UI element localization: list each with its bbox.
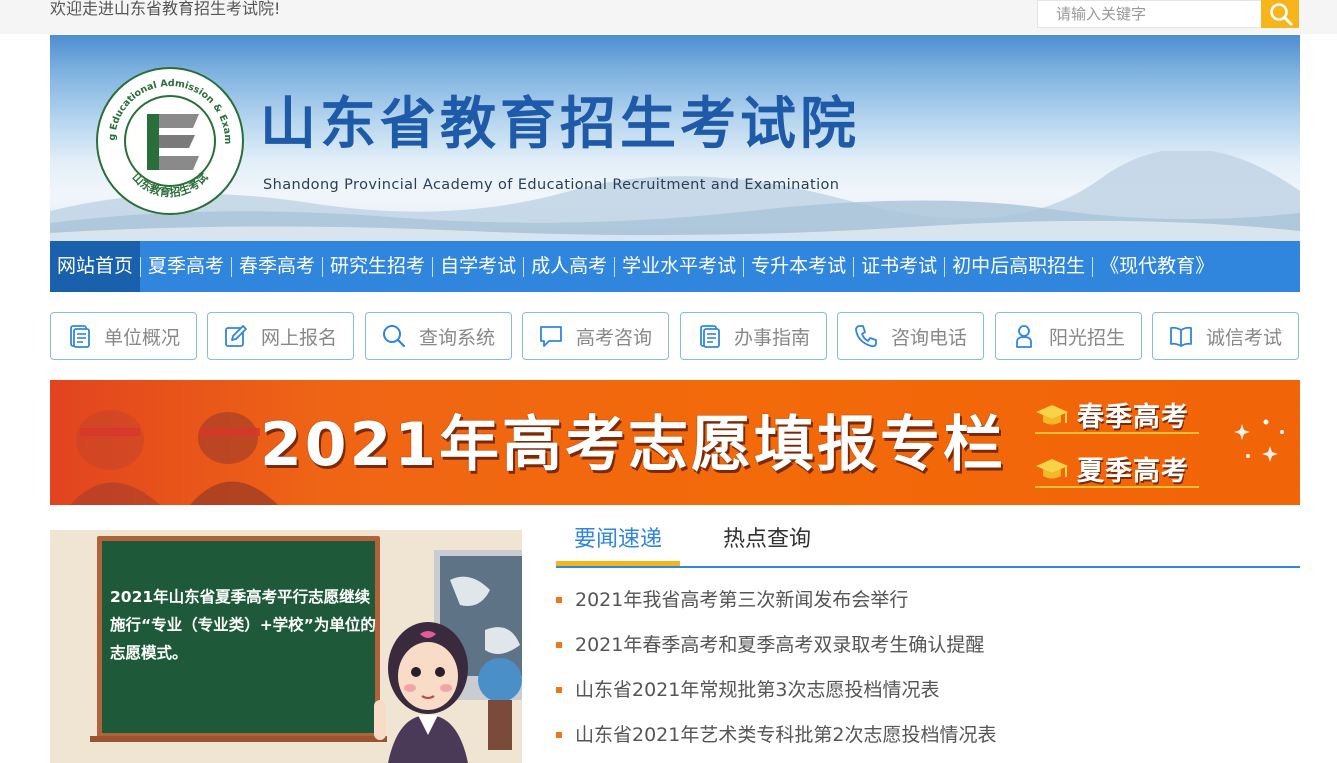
quick-links: 单位概况 网上报名 查询系统 高考咨询 办事指南 咨询电话 阳光招生 诚信考试	[50, 312, 1300, 360]
edit-icon	[225, 325, 247, 347]
graduation-cap-icon	[1036, 459, 1068, 479]
nav-item-summer-gaokao[interactable]: 夏季高考	[141, 241, 231, 292]
sparkle-icon	[1234, 419, 1284, 462]
news-item[interactable]: 2021年春季高考和夏季高考双录取考生确认提醒	[556, 623, 1300, 668]
banner-link-summer[interactable]: 夏季高考	[1035, 448, 1199, 488]
nav-item-graduate[interactable]: 研究生招考	[323, 241, 432, 292]
bullet-icon	[556, 687, 562, 693]
quick-link-label: 办事指南	[734, 326, 811, 349]
top-bar: 欢迎走进山东省教育招生考试院!	[0, 0, 1337, 34]
students-illustration	[70, 410, 278, 505]
tab-news-express[interactable]: 要闻速递	[556, 520, 680, 566]
news-item-title: 2021年我省高考第三次新闻发布会举行	[575, 589, 909, 611]
banner-link-underline	[1035, 486, 1199, 488]
search-input[interactable]	[1038, 1, 1262, 27]
news-item-title: 山东省2021年艺术类专科批第2次志愿投档情况表	[575, 724, 997, 746]
bullet-icon	[556, 642, 562, 648]
news-item[interactable]: 山东省2021年艺术类专科批第2次志愿投档情况表	[556, 713, 1300, 758]
quick-link-gaokao-consult[interactable]: 高考咨询	[522, 312, 669, 360]
nav-item-spring-gaokao[interactable]: 春季高考	[232, 241, 322, 292]
chat-icon	[540, 326, 562, 347]
chalkboard-text: 2021年山东省夏季高考平行志愿继续施行“专业（专业类）+学校”为单位的志愿模式…	[110, 588, 376, 662]
quick-link-guide[interactable]: 办事指南	[680, 312, 827, 360]
feature-illustration[interactable]: 2021年山东省夏季高考平行志愿继续施行“专业（专业类）+学校”为单位的志愿模式…	[50, 530, 522, 763]
nav-item-self-study[interactable]: 自学考试	[433, 241, 523, 292]
quick-link-online-registration[interactable]: 网上报名	[207, 312, 354, 360]
chalkboard: 2021年山东省夏季高考平行志愿继续施行“专业（专业类）+学校”为单位的志愿模式…	[97, 536, 380, 738]
phone-icon	[855, 325, 877, 348]
news-item-title: 2021年春季高考和夏季高考双录取考生确认提醒	[575, 634, 985, 656]
news-item-title: 山东省2021年常规批第3次志愿投档情况表	[575, 679, 940, 701]
welcome-text: 欢迎走进山东省教育招生考试院!	[50, 0, 281, 18]
site-title: 山东省教育招生考试院	[260, 92, 860, 157]
quick-link-label: 诚信考试	[1206, 326, 1283, 349]
search-icon	[1270, 3, 1293, 26]
search-button[interactable]	[1261, 0, 1299, 28]
quick-link-overview[interactable]: 单位概况	[50, 312, 197, 360]
quick-link-label: 网上报名	[261, 326, 338, 349]
search-icon	[383, 325, 406, 348]
guide-icon	[700, 325, 720, 348]
nav-item-upgrade[interactable]: 专升本考试	[744, 241, 853, 292]
news-item[interactable]: 2021年我省高考第三次新闻发布会举行	[556, 578, 1300, 623]
nav-item-modern-education[interactable]: 《现代教育》	[1093, 241, 1221, 292]
banner-link-label: 春季高考	[1077, 401, 1189, 433]
quick-link-query-system[interactable]: 查询系统	[365, 312, 512, 360]
bullet-icon	[556, 732, 562, 738]
main-nav: 网站首页 夏季高考 春季高考 研究生招考 自学考试 成人高考 学业水平考试 专升…	[50, 241, 1300, 292]
quick-link-hotline[interactable]: 咨询电话	[837, 312, 984, 360]
quick-link-integrity-exam[interactable]: 诚信考试	[1152, 312, 1299, 360]
nav-item-certificate[interactable]: 证书考试	[854, 241, 944, 292]
nav-item-proficiency[interactable]: 学业水平考试	[615, 241, 743, 292]
document-icon	[70, 325, 90, 348]
site-title-en: Shandong Provincial Academy of Education…	[263, 177, 840, 193]
search-box	[1037, 0, 1299, 28]
academy-logo: Shandong Educational Admission & Examina…	[95, 66, 244, 215]
gaokao-application-banner[interactable]: 2021年高考志愿填报专栏 春季高考 夏季高考	[50, 380, 1300, 505]
quick-link-label: 单位概况	[104, 326, 181, 349]
chalkboard-tray	[90, 736, 387, 742]
bullet-icon	[556, 597, 562, 603]
nav-item-adult-gaokao[interactable]: 成人高考	[524, 241, 614, 292]
banner-title: 2021年高考志愿填报专栏	[260, 410, 1006, 480]
graduation-cap-icon	[1036, 405, 1068, 425]
tab-hot-query[interactable]: 热点查询	[723, 520, 811, 566]
news-tabs: 要闻速递 热点查询	[556, 520, 1300, 568]
teacher-illustration	[374, 550, 522, 763]
quick-link-label: 阳光招生	[1049, 326, 1126, 349]
site-header: Shandong Educational Admission & Examina…	[50, 35, 1300, 241]
book-icon	[1170, 326, 1192, 347]
quick-link-label: 咨询电话	[891, 326, 968, 349]
banner-link-label: 夏季高考	[1077, 455, 1189, 487]
news-list: 2021年我省高考第三次新闻发布会举行 2021年春季高考和夏季高考双录取考生确…	[556, 578, 1300, 758]
nav-item-vocational[interactable]: 初中后高职招生	[945, 241, 1092, 292]
news-item[interactable]: 山东省2021年常规批第3次志愿投档情况表	[556, 668, 1300, 713]
quick-link-sunshine-admission[interactable]: 阳光招生	[995, 312, 1142, 360]
nav-item-home[interactable]: 网站首页	[50, 241, 141, 292]
banner-link-underline	[1035, 432, 1199, 434]
quick-link-label: 高考咨询	[576, 326, 653, 349]
quick-link-label: 查询系统	[419, 326, 496, 349]
user-icon	[1016, 325, 1032, 348]
banner-link-spring[interactable]: 春季高考	[1035, 394, 1199, 434]
